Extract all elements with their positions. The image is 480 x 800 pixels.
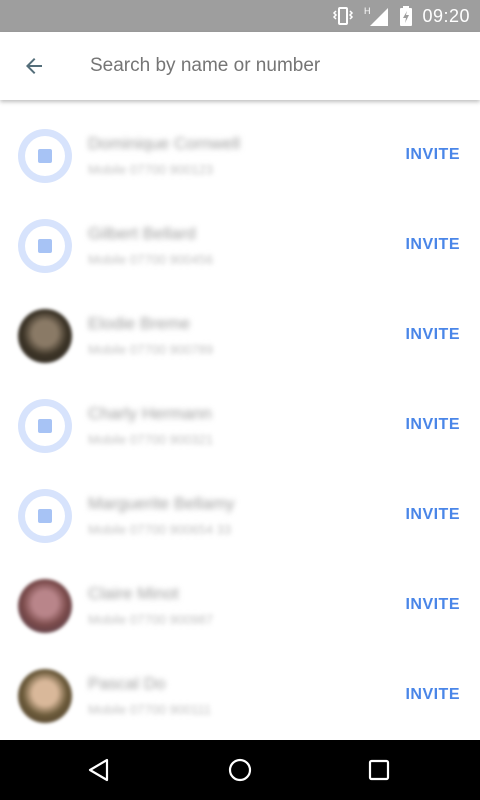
status-icons: H 09:20 [332,0,470,32]
recents-square-icon [368,759,390,781]
vibrate-icon [333,7,354,25]
back-button[interactable] [14,46,54,86]
contact-detail: Mobile 07700 900789 [88,342,214,357]
contact-row[interactable]: Claire Minot Mobile 07700 900987 INVITE [0,562,480,652]
nav-home-button[interactable] [215,752,265,788]
contact-detail: Mobile 07700 900111 [88,702,212,717]
contact-detail: Mobile 07700 900321 [88,432,214,447]
avatar [18,669,72,723]
contact-name: Gilbert Bellard [88,224,196,243]
invite-button[interactable]: INVITE [405,596,460,614]
avatar [18,309,72,363]
avatar [18,489,72,543]
status-time: 09:20 [422,5,470,26]
search-bar [0,32,480,100]
contact-name: Elodie Breme [88,314,191,333]
default-contact-icon [38,509,52,523]
default-contact-icon [38,419,52,433]
default-contact-icon [38,239,52,253]
avatar [18,579,72,633]
contact-list: Dominique Cornwell Mobile 07700 900123 INV… [0,112,480,740]
invite-button[interactable]: INVITE [405,416,460,434]
back-triangle-icon [88,758,109,782]
avatar [18,129,72,183]
contact-row[interactable]: Pascal Do Mobile 07700 900111 INVITE [0,652,480,740]
search-input[interactable] [90,50,450,82]
battery-charging-icon [400,6,413,26]
contact-detail: Mobile 07700 900987 [88,612,214,627]
contact-row[interactable]: Gilbert Bellard Mobile 07700 900456 INVITE [0,202,480,292]
contact-name: Dominique Cornwell [88,134,241,153]
status-bar: H 09:20 [0,0,480,32]
navigation-bar [0,740,480,800]
contact-name: Marguerite Bellamy [88,494,235,513]
invite-button[interactable]: INVITE [405,326,460,344]
contact-detail: Mobile 07700 900456 [88,252,214,267]
contact-detail: Mobile 07700 900654 33 [88,522,232,537]
contact-row[interactable]: Marguerite Bellamy Mobile 07700 900654 33… [0,472,480,562]
invite-button[interactable]: INVITE [405,236,460,254]
contact-detail: Mobile 07700 900123 [88,162,214,177]
avatar [18,219,72,273]
contact-row[interactable]: Dominique Cornwell Mobile 07700 900123 INV… [0,112,480,202]
default-contact-icon [38,149,52,163]
contact-row[interactable]: Charly Hermann Mobile 07700 900321 INVITE [0,382,480,472]
invite-button[interactable]: INVITE [405,506,460,524]
nav-back-button[interactable] [74,752,124,788]
invite-button[interactable]: INVITE [405,146,460,164]
contact-name: Charly Hermann [88,404,212,423]
home-circle-icon [228,758,252,782]
signal-icon: H [364,6,389,26]
contact-name: Claire Minot [88,584,179,603]
contact-row[interactable]: Elodie Breme Mobile 07700 900789 INVITE [0,292,480,382]
nav-recents-button[interactable] [354,752,404,788]
avatar [18,399,72,453]
contact-name: Pascal Do [88,674,166,693]
arrow-left-icon [26,58,42,74]
invite-button[interactable]: INVITE [405,686,460,704]
svg-text:H: H [364,6,371,16]
